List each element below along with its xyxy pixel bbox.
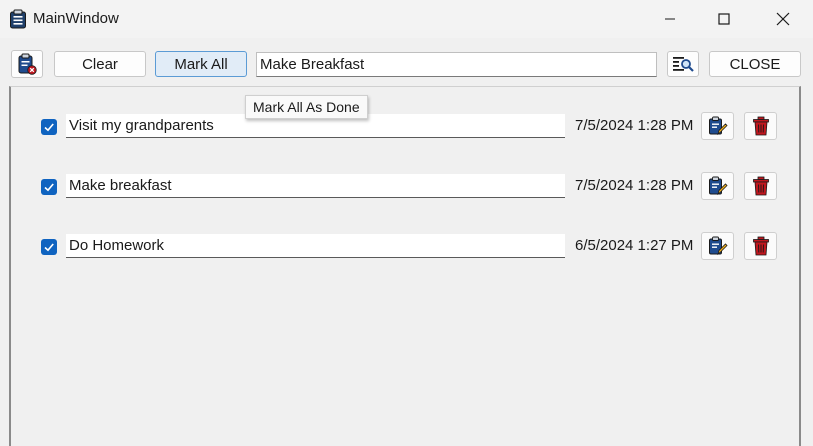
search-button[interactable]: [667, 51, 699, 77]
clipboard-icon: [9, 9, 27, 29]
maximize-button[interactable]: [701, 0, 747, 38]
task-row: Visit my grandparents 7/5/2024 1:28 PM: [0, 112, 813, 142]
checkmark-icon: [43, 181, 55, 193]
title-bar: MainWindow: [0, 0, 813, 38]
clear-button[interactable]: Clear: [54, 51, 146, 77]
clipboard-edit-icon: [708, 116, 728, 136]
trash-icon: [752, 176, 770, 196]
search-input[interactable]: Make Breakfast: [256, 52, 657, 77]
clear-tasks-icon-button[interactable]: [11, 50, 43, 78]
edit-task-button[interactable]: [701, 172, 734, 200]
close-window-button[interactable]: [760, 0, 806, 38]
checkmark-icon: [43, 121, 55, 133]
task-done-checkbox[interactable]: [41, 119, 57, 135]
edit-task-button[interactable]: [701, 112, 734, 140]
task-done-checkbox[interactable]: [41, 179, 57, 195]
clipboard-edit-icon: [708, 176, 728, 196]
minimize-icon: [664, 13, 676, 25]
close-icon: [776, 12, 790, 26]
task-row: Make breakfast 7/5/2024 1:28 PM: [0, 172, 813, 202]
task-date: 7/5/2024 1:28 PM: [575, 117, 693, 134]
delete-task-button[interactable]: [744, 232, 777, 260]
task-text-field[interactable]: Make breakfast: [66, 174, 565, 198]
clipboard-delete-icon: [17, 53, 37, 75]
trash-icon: [752, 116, 770, 136]
task-done-checkbox[interactable]: [41, 239, 57, 255]
edit-task-button[interactable]: [701, 232, 734, 260]
task-date: 6/5/2024 1:27 PM: [575, 237, 693, 254]
maximize-icon: [718, 13, 730, 25]
delete-task-button[interactable]: [744, 112, 777, 140]
task-date: 7/5/2024 1:28 PM: [575, 177, 693, 194]
list-search-icon: [672, 55, 694, 73]
window-title: MainWindow: [33, 10, 119, 27]
task-text-field[interactable]: Do Homework: [66, 234, 565, 258]
task-row: Do Homework 6/5/2024 1:27 PM: [0, 232, 813, 262]
delete-task-button[interactable]: [744, 172, 777, 200]
mark-all-button[interactable]: Mark All: [155, 51, 247, 77]
close-button[interactable]: CLOSE: [709, 51, 801, 77]
minimize-button[interactable]: [647, 0, 693, 38]
mark-all-tooltip: Mark All As Done: [245, 95, 368, 119]
trash-icon: [752, 236, 770, 256]
checkmark-icon: [43, 241, 55, 253]
clipboard-edit-icon: [708, 236, 728, 256]
